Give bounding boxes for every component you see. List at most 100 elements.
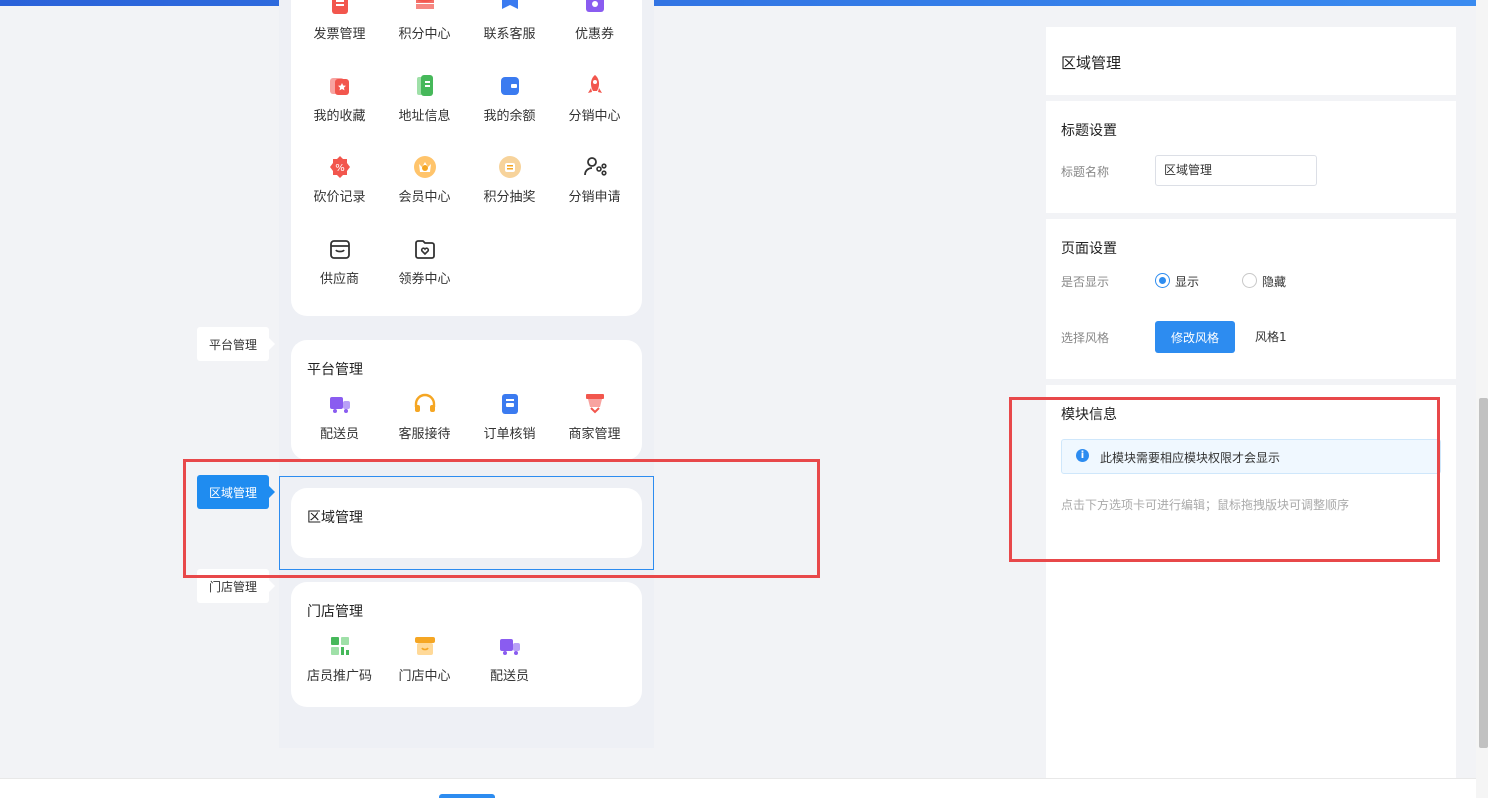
address-book-icon — [416, 74, 433, 96]
menu-grid-item-label: 客服接待 — [398, 427, 451, 442]
merchant-icon — [582, 391, 608, 417]
page-scrollbar-thumb[interactable] — [1479, 398, 1488, 748]
menu-grid-item[interactable]: 配送员 — [297, 391, 382, 442]
platform-card-title: 平台管理 — [307, 362, 363, 378]
coupon-folder-icon — [414, 239, 435, 259]
menu-grid-item[interactable]: 商家管理 — [552, 391, 637, 442]
shop-icon — [414, 637, 435, 655]
title-name-label: 标题名称 — [1061, 165, 1110, 179]
menu-grid-item[interactable]: 订单核销 — [467, 391, 552, 442]
delivery-truck-icon — [499, 639, 520, 655]
address-book-icon — [412, 73, 438, 99]
delivery-truck-icon — [327, 391, 353, 417]
section-tag-label: 平台管理 — [208, 337, 257, 352]
points-stack-icon — [415, 0, 434, 9]
bottom-action-bar — [0, 778, 1476, 798]
menu-grid-item[interactable]: 供应商 — [297, 236, 382, 287]
hide-radio-label[interactable]: 隐藏 — [1262, 273, 1286, 290]
points-stack-icon — [412, 0, 438, 17]
menu-grid-item[interactable]: 分销中心 — [552, 73, 637, 124]
headset-icon — [412, 391, 438, 417]
bottom-save-button[interactable] — [439, 794, 495, 798]
menu-grid-item-label: 优惠券 — [574, 27, 614, 42]
store-card-title: 门店管理 — [307, 604, 363, 620]
change-style-button[interactable]: 修改风格 — [1155, 321, 1235, 353]
invoice-icon — [331, 0, 348, 14]
menu-grid-card[interactable]: 发票管理 积分中心 联系客服 优惠券 我的收藏 地址信息 我的余额 分销中心% 砍价记录 会员中心… — [291, 0, 642, 316]
title-name-input[interactable]: 区域管理 — [1155, 155, 1317, 186]
user-share-icon — [582, 154, 608, 180]
coupon-folder-icon — [412, 236, 438, 262]
store-box-icon — [329, 239, 350, 259]
lottery-icon — [498, 156, 521, 178]
menu-grid-item[interactable]: 地址信息 — [382, 73, 467, 124]
user-share-icon — [583, 157, 607, 176]
invoice-icon — [327, 0, 353, 17]
qrcode-icon — [327, 633, 353, 659]
style-select-label: 选择风格 — [1061, 331, 1110, 345]
menu-grid-item[interactable]: 会员中心 — [382, 154, 467, 205]
platform-card[interactable]: 平台管理 配送员 客服接待 订单核销 商家管理 — [291, 340, 642, 460]
menu-grid-item[interactable]: 店员推广码 — [297, 633, 382, 684]
hide-radio[interactable] — [1242, 273, 1257, 288]
show-toggle-label: 是否显示 — [1061, 275, 1110, 289]
section-tag-platform[interactable]: 平台管理 — [197, 327, 275, 361]
title-settings-heading: 标题设置 — [1061, 123, 1117, 139]
menu-grid-item-label: 领券中心 — [398, 271, 451, 287]
settings-header-panel: 区域管理 — [1046, 27, 1456, 95]
order-verify-icon — [497, 391, 523, 417]
menu-grid-item[interactable]: % 砍价记录 — [297, 154, 382, 205]
vip-crown-icon — [412, 154, 438, 180]
menu-grid-item-label: 供应商 — [319, 271, 359, 287]
menu-grid-item[interactable]: 发票管理 — [297, 0, 382, 42]
service-flag-icon — [497, 0, 523, 17]
menu-grid-item-label: 砍价记录 — [313, 190, 366, 205]
menu-grid-item[interactable]: 配送员 — [467, 633, 552, 684]
store-card[interactable]: 门店管理 店员推广码 门店中心 配送员 — [291, 582, 642, 707]
menu-grid-item[interactable]: 领券中心 — [382, 236, 467, 287]
menu-grid-item-label: 地址信息 — [398, 108, 451, 124]
rocket-icon — [582, 73, 608, 99]
favorite-icon — [329, 77, 349, 95]
menu-grid-item[interactable]: 积分抽奖 — [467, 154, 552, 205]
menu-grid-item-label: 联系客服 — [483, 27, 536, 42]
page-settings-panel: 页面设置 — [1046, 219, 1456, 379]
menu-grid-item[interactable]: 分销申请 — [552, 154, 637, 205]
menu-grid-item[interactable]: 门店中心 — [382, 633, 467, 684]
current-style-value: 风格1 — [1255, 330, 1287, 344]
menu-grid-item[interactable]: 联系客服 — [467, 0, 552, 42]
menu-grid-item[interactable]: 我的收藏 — [297, 73, 382, 124]
menu-grid-item[interactable]: 客服接待 — [382, 391, 467, 442]
rocket-icon — [587, 74, 602, 93]
qrcode-icon — [330, 637, 349, 655]
delivery-truck-icon — [497, 633, 523, 659]
menu-grid-item-label: 门店中心 — [398, 669, 451, 684]
page-settings-heading: 页面设置 — [1061, 241, 1117, 257]
discount-badge-icon: % — [329, 156, 350, 178]
vip-crown-icon — [413, 156, 436, 178]
highlight-box-module-info — [1009, 397, 1440, 562]
headset-icon — [414, 393, 435, 412]
highlight-box-region-module — [183, 459, 820, 578]
settings-header-title: 区域管理 — [1061, 54, 1122, 72]
top-accent-bar — [0, 0, 1476, 6]
merchant-icon — [585, 394, 604, 414]
wallet-icon — [497, 73, 523, 99]
wallet-icon — [500, 76, 519, 95]
menu-grid-item-label: 店员推广码 — [306, 669, 372, 684]
menu-grid-item-label: 分销中心 — [568, 108, 621, 124]
menu-grid-item-label: 配送员 — [319, 427, 359, 442]
show-radio-label[interactable]: 显示 — [1175, 273, 1199, 290]
menu-grid-item[interactable]: 我的余额 — [467, 73, 552, 124]
shop-icon — [412, 633, 438, 659]
menu-grid-item-label: 商家管理 — [568, 427, 621, 442]
show-radio[interactable] — [1155, 273, 1170, 288]
menu-grid-item-label: 我的余额 — [483, 108, 536, 124]
menu-grid-item-label: 订单核销 — [483, 427, 536, 442]
menu-grid-item-label: 积分抽奖 — [483, 190, 536, 205]
menu-grid-item[interactable]: 积分中心 — [382, 0, 467, 42]
menu-grid-item-label: 分销申请 — [568, 190, 621, 205]
menu-grid-item[interactable]: 优惠券 — [552, 0, 637, 42]
order-verify-icon — [501, 394, 518, 414]
svg-text:%: % — [335, 163, 345, 174]
